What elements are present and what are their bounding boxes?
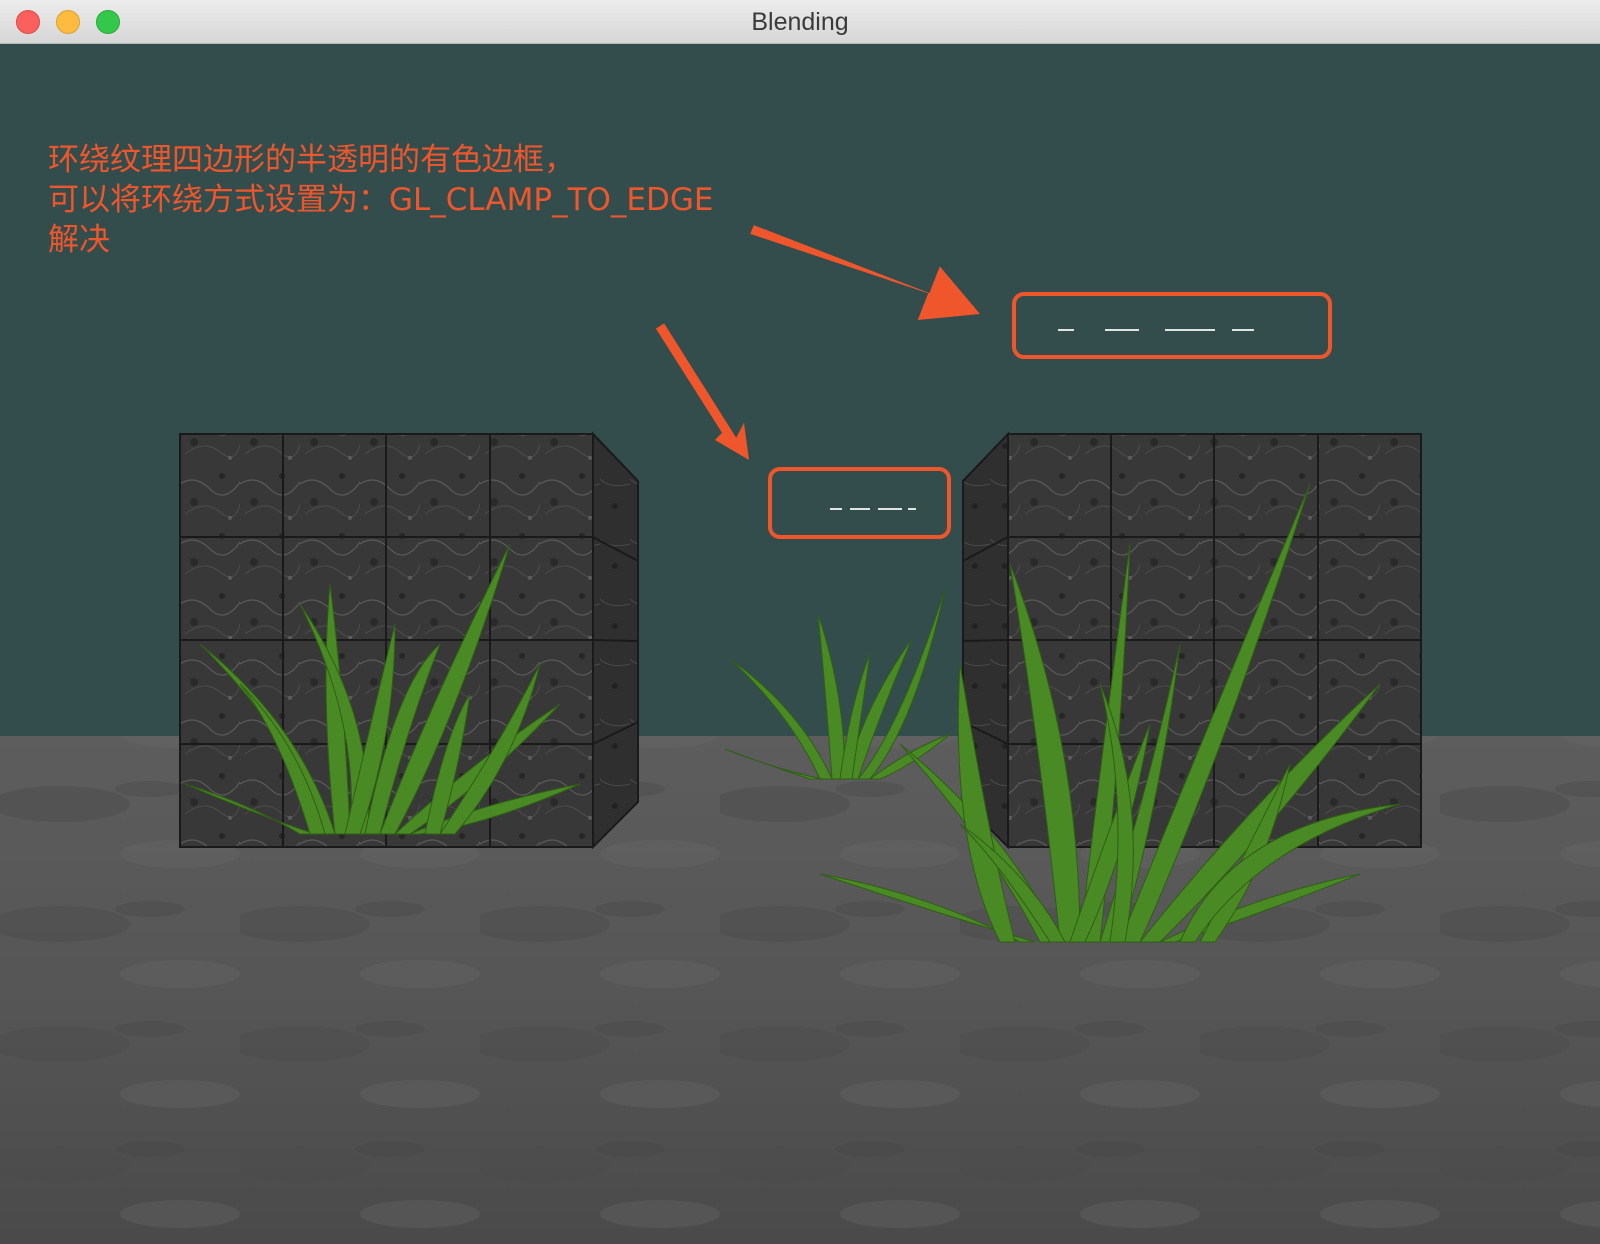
app-window: Blending 环绕纹理四边形的半透明的有色边框， 可以将环绕方式设置为：GL… (0, 0, 1600, 1244)
window-titlebar[interactable]: Blending (0, 0, 1600, 44)
opengl-viewport[interactable]: 环绕纹理四边形的半透明的有色边框， 可以将环绕方式设置为：GL_CLAMP_TO… (0, 44, 1600, 1244)
annotation-text: 环绕纹理四边形的半透明的有色边框， 可以将环绕方式设置为：GL_CLAMP_TO… (48, 140, 908, 260)
annotation-line: 环绕纹理四边形的半透明的有色边框， (48, 142, 575, 178)
annotation-line: 可以将环绕方式设置为：GL_CLAMP_TO_EDGE (48, 182, 714, 218)
annotation-line: 解决 (48, 222, 110, 258)
window-title: Blending (751, 8, 849, 36)
